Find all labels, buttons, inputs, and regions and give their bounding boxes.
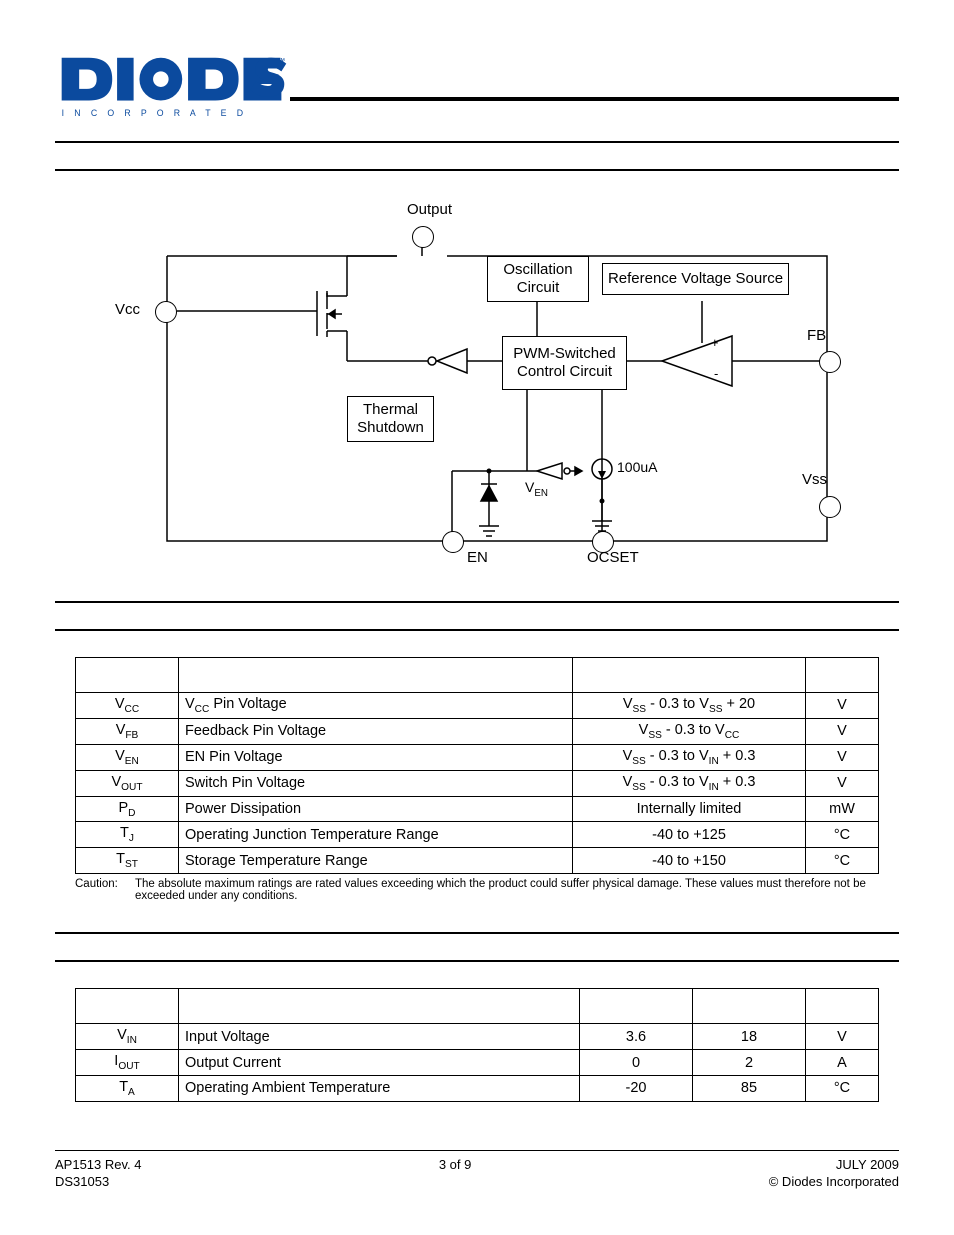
svg-text:™: ™	[278, 57, 286, 66]
table-row: VFBFeedback Pin VoltageVSS - 0.3 to VCCV	[76, 718, 879, 744]
table-row: IOUTOutput Current02A	[76, 1050, 879, 1076]
footer-left: AP1513 Rev. 4 DS31053	[55, 1157, 141, 1191]
caution-label: Caution:	[75, 878, 135, 902]
pin-fb	[819, 351, 841, 373]
table-row: TSTStorage Temperature Range-40 to +150°…	[76, 848, 879, 874]
label-vss: Vss	[802, 471, 827, 488]
comparator-minus: -	[714, 366, 718, 381]
header: I N C O R P O R A T E D ™	[55, 50, 899, 125]
section-separator	[55, 932, 899, 962]
block-thermal: Thermal Shutdown	[347, 396, 434, 442]
table-row: VOUTSwitch Pin VoltageVSS - 0.3 to VIN +…	[76, 770, 879, 796]
rec-header-symbol	[76, 989, 179, 1024]
abs-header-parameter	[179, 658, 573, 693]
footer-date: JULY 2009	[769, 1157, 899, 1174]
footer-doc-id: DS31053	[55, 1174, 141, 1191]
comparator-plus: +	[711, 335, 719, 350]
label-vcc: Vcc	[115, 301, 140, 318]
abs-header-rating	[573, 658, 806, 693]
pin-vcc	[155, 301, 177, 323]
caution-note: Caution: The absolute maximum ratings ar…	[75, 878, 879, 902]
block-oscillation-label: Oscillation Circuit	[503, 261, 572, 297]
recommended-operating-table: VINInput Voltage3.618VIOUTOutput Current…	[75, 988, 879, 1102]
section-separator	[55, 141, 899, 171]
absolute-maximum-ratings-table: VCCVCC Pin VoltageVSS - 0.3 to VSS + 20V…	[75, 657, 879, 874]
rec-header-unit	[806, 989, 879, 1024]
footer-page-number: 3 of 9	[439, 1157, 472, 1174]
label-fb: FB	[807, 327, 826, 344]
table-row: VINInput Voltage3.618V	[76, 1024, 879, 1050]
table-row: TAOperating Ambient Temperature-2085°C	[76, 1076, 879, 1102]
block-pwm-label: PWM-Switched Control Circuit	[513, 345, 616, 381]
header-rule	[290, 97, 899, 101]
diagram-wires	[107, 201, 847, 571]
company-logo: I N C O R P O R A T E D ™	[55, 50, 290, 125]
pin-vss	[819, 496, 841, 518]
label-ocset: OCSET	[587, 549, 639, 566]
footer-right: JULY 2009 © Diodes Incorporated	[769, 1157, 899, 1191]
label-ven: VEN	[525, 479, 548, 499]
caution-text: The absolute maximum ratings are rated v…	[135, 878, 879, 902]
section-separator	[55, 601, 899, 631]
label-100ua: 100uA	[617, 459, 657, 475]
rec-header-parameter	[179, 989, 580, 1024]
block-pwm: PWM-Switched Control Circuit	[502, 336, 627, 390]
abs-header-symbol	[76, 658, 179, 693]
page-footer: AP1513 Rev. 4 DS31053 3 of 9 JULY 2009 ©…	[55, 1150, 899, 1191]
label-en: EN	[467, 549, 488, 566]
block-thermal-label: Thermal Shutdown	[357, 401, 424, 437]
block-oscillation: Oscillation Circuit	[487, 256, 589, 302]
pin-output	[412, 226, 434, 248]
table-row: VCCVCC Pin VoltageVSS - 0.3 to VSS + 20V	[76, 693, 879, 719]
rec-header-max	[693, 989, 806, 1024]
footer-center: 3 of 9	[439, 1157, 472, 1191]
footer-doc-rev: AP1513 Rev. 4	[55, 1157, 141, 1174]
block-diagram: Output Vcc FB Vss EN OCSET Oscillation C…	[107, 201, 847, 571]
table-row: PDPower DissipationInternally limitedmW	[76, 796, 879, 822]
block-reference-label: Reference Voltage Source	[608, 270, 783, 288]
svg-text:I N C O R P O R A T E D: I N C O R P O R A T E D	[62, 108, 247, 118]
table-row: VENEN Pin VoltageVSS - 0.3 to VIN + 0.3V	[76, 744, 879, 770]
abs-header-unit	[806, 658, 879, 693]
label-output: Output	[407, 201, 452, 218]
table-row: TJOperating Junction Temperature Range-4…	[76, 822, 879, 848]
pin-en	[442, 531, 464, 553]
rec-header-min	[580, 989, 693, 1024]
block-reference: Reference Voltage Source	[602, 263, 789, 295]
footer-copyright: © Diodes Incorporated	[769, 1174, 899, 1191]
